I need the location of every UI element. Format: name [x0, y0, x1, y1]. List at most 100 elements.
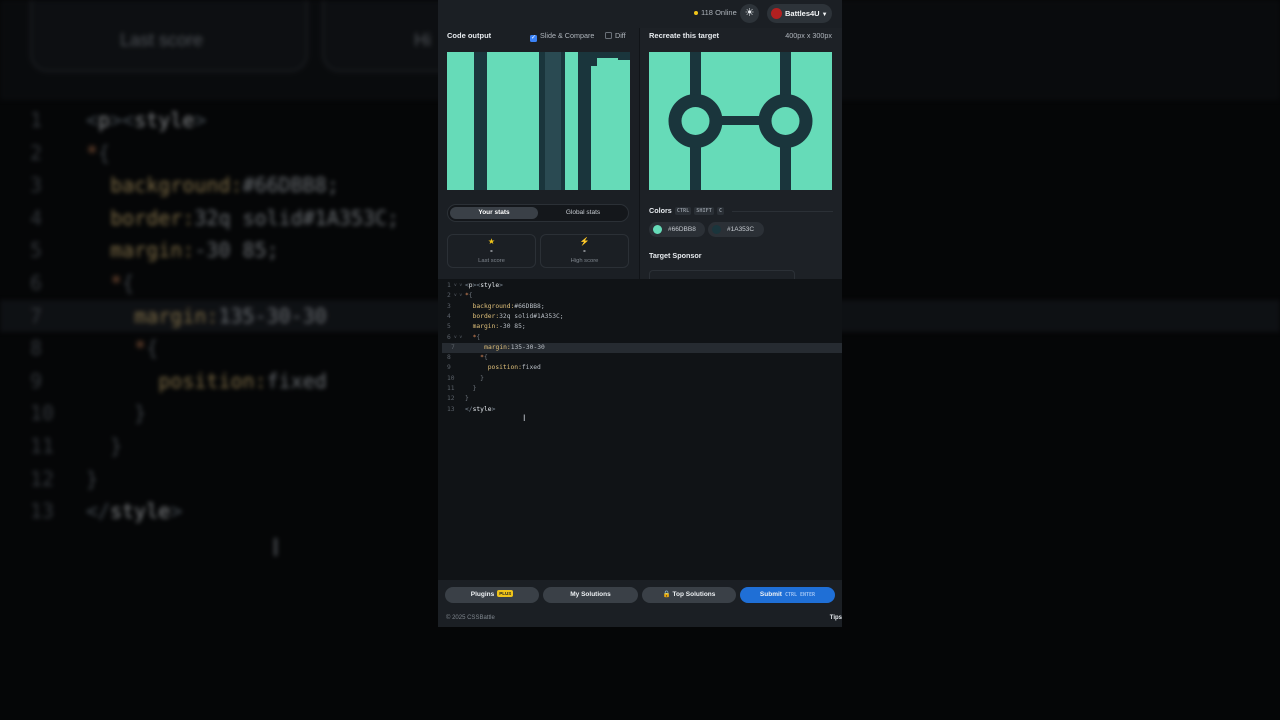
color-swatch-1[interactable]: #66DBB8	[649, 222, 705, 237]
shortcut-key-shift: SHIFT	[694, 207, 714, 215]
line-number: 9	[447, 364, 451, 372]
code-text: *{	[472, 333, 481, 341]
background-line-number: 9	[30, 368, 43, 393]
line-number: 2	[447, 292, 451, 300]
background-code-text: *{	[110, 270, 135, 295]
code-line[interactable]: 8 *{	[438, 353, 842, 363]
code-line[interactable]: 12}	[438, 394, 842, 404]
code-line[interactable]: 13 </style>	[438, 405, 842, 415]
user-menu-button[interactable]: Battles4U ▼	[767, 4, 832, 23]
checkbox-checked-icon[interactable]: ✓	[530, 35, 537, 42]
output-title: Code output	[447, 31, 492, 40]
shortcut-key-c: C	[716, 207, 725, 215]
slide-compare-toggle[interactable]: ✓ Slide & Compare	[530, 31, 594, 42]
submit-shortcut: CTRL ENTER	[784, 592, 816, 598]
top-solutions-label: Top Solutions	[672, 591, 716, 598]
code-line[interactable]: 3 background:#66DBB8;	[438, 302, 842, 312]
color-dot-icon	[653, 225, 662, 234]
fold-chevron-icon[interactable]: v v	[454, 291, 462, 301]
plugins-button[interactable]: Plugins PLUS	[445, 587, 539, 603]
line-number: 3	[447, 302, 451, 310]
line-number: 11	[447, 385, 455, 392]
background-stat-label-2: Hi	[414, 30, 431, 50]
avatar	[771, 8, 782, 19]
background-code-text: border:32q solid#1A353C;	[110, 205, 400, 230]
my-solutions-button[interactable]: My Solutions	[543, 587, 638, 603]
diff-toggle[interactable]: Diff	[605, 31, 626, 40]
color-swatch-1-label: #66DBB8	[668, 226, 696, 233]
line-number: 7	[451, 343, 455, 351]
sun-icon: ☀	[744, 7, 755, 19]
tab-global-stats[interactable]: Global stats	[539, 207, 627, 219]
app-panel: 118 Online ☀ Battles4U ▼ Code output ✓ Sli…	[438, 0, 842, 627]
background-line-number: 5	[30, 238, 43, 263]
background-line-number: 12	[30, 466, 55, 491]
high-score-label: High score	[570, 258, 599, 264]
tips-link[interactable]: Tips	[830, 615, 842, 621]
target-size: 400px x 300px	[785, 31, 832, 40]
code-text: </style>	[465, 405, 496, 413]
star-icon: ★	[487, 237, 496, 246]
code-line[interactable]: 4 border:32q solid#1A353C;	[438, 312, 842, 322]
line-number: 8	[447, 354, 451, 362]
online-label: Online	[715, 8, 737, 17]
colors-title: Colors CTRL SHIFT C	[649, 206, 725, 215]
code-text: }	[472, 385, 477, 392]
submit-button[interactable]: Submit CTRL ENTER	[740, 587, 835, 603]
background-line-number: 10	[30, 401, 55, 426]
code-editor[interactable]: I 1v v <p><style> 2 v v *{3 background:#66DB…	[438, 279, 842, 580]
tab-your-stats[interactable]: Your stats	[450, 207, 538, 219]
background-line-number: 1	[30, 108, 43, 132]
background-stat-card-1: Last score	[30, 0, 308, 72]
target-preview[interactable]	[649, 52, 832, 190]
high-score-card: ⚡ - High score	[540, 234, 629, 268]
chevron-down-icon: ▼	[821, 12, 828, 18]
user-name: Battles4U	[785, 9, 820, 18]
background-code-text: margin:-30 85;	[110, 238, 279, 263]
last-score-label: Last score	[478, 258, 505, 264]
background-code-text: background:#66DBB8;	[110, 173, 339, 198]
code-line[interactable]: 6v v *{	[438, 333, 842, 343]
code-text: margin:-30 85;	[472, 323, 526, 331]
line-number: 10	[447, 374, 455, 382]
background-code-text: position:fixed	[158, 368, 327, 393]
code-line[interactable]: 2v v *{	[438, 291, 842, 301]
top-solutions-button[interactable]: 🔒 Top Solutions	[642, 587, 736, 603]
top-bar: 118 Online ☀ Battles4U ▼	[438, 0, 842, 28]
code-line[interactable]: 11 }	[438, 384, 842, 394]
code-line[interactable]: 7 margin:135-30-30	[442, 342, 842, 354]
lock-icon: 🔒	[662, 591, 671, 598]
background-code-text: }	[134, 401, 147, 426]
checkbox-unchecked-icon[interactable]	[605, 32, 612, 39]
output-column: Code output ✓ Slide & Compare Diff Your s…	[438, 28, 638, 279]
background-line-number: 13	[30, 499, 55, 524]
background-line-number: 6	[30, 270, 43, 295]
last-score-value: -	[490, 246, 493, 255]
line-number: 6	[447, 333, 451, 341]
code-text: }	[480, 374, 484, 382]
code-line[interactable]: 9 position:fixed	[438, 363, 842, 373]
code-text: }	[465, 395, 469, 403]
code-line[interactable]: 1v v <p><style>	[438, 281, 842, 291]
code-text: margin:135-30-30	[484, 343, 545, 351]
fold-chevron-icon[interactable]: v v	[454, 333, 462, 343]
code-line[interactable]: 10 }	[438, 374, 842, 384]
fold-chevron-icon[interactable]: v v	[454, 281, 462, 291]
background-code-text: *{	[134, 336, 159, 361]
color-dot-icon	[712, 225, 721, 234]
copyright: © 2025 CSSBattle	[446, 615, 495, 621]
code-line[interactable]: 5 margin:-30 85;	[438, 322, 842, 332]
colors-divider	[732, 211, 833, 212]
my-solutions-label: My Solutions	[570, 591, 611, 598]
output-preview[interactable]	[447, 52, 630, 190]
sponsor-title: Target Sponsor	[649, 251, 702, 260]
shortcut-key-ctrl: CTRL	[674, 207, 692, 215]
background-line-number: 2	[30, 140, 43, 165]
background-code-text: </style>	[86, 499, 183, 524]
theme-toggle-button[interactable]: ☀	[740, 4, 759, 23]
background-line-number: 4	[30, 205, 43, 230]
background-text-cursor-icon: I	[272, 532, 280, 562]
code-text: position:fixed	[487, 364, 541, 372]
color-swatch-2[interactable]: #1A353C	[708, 222, 764, 237]
code-text: border:32q solid#1A353C;	[472, 312, 564, 320]
